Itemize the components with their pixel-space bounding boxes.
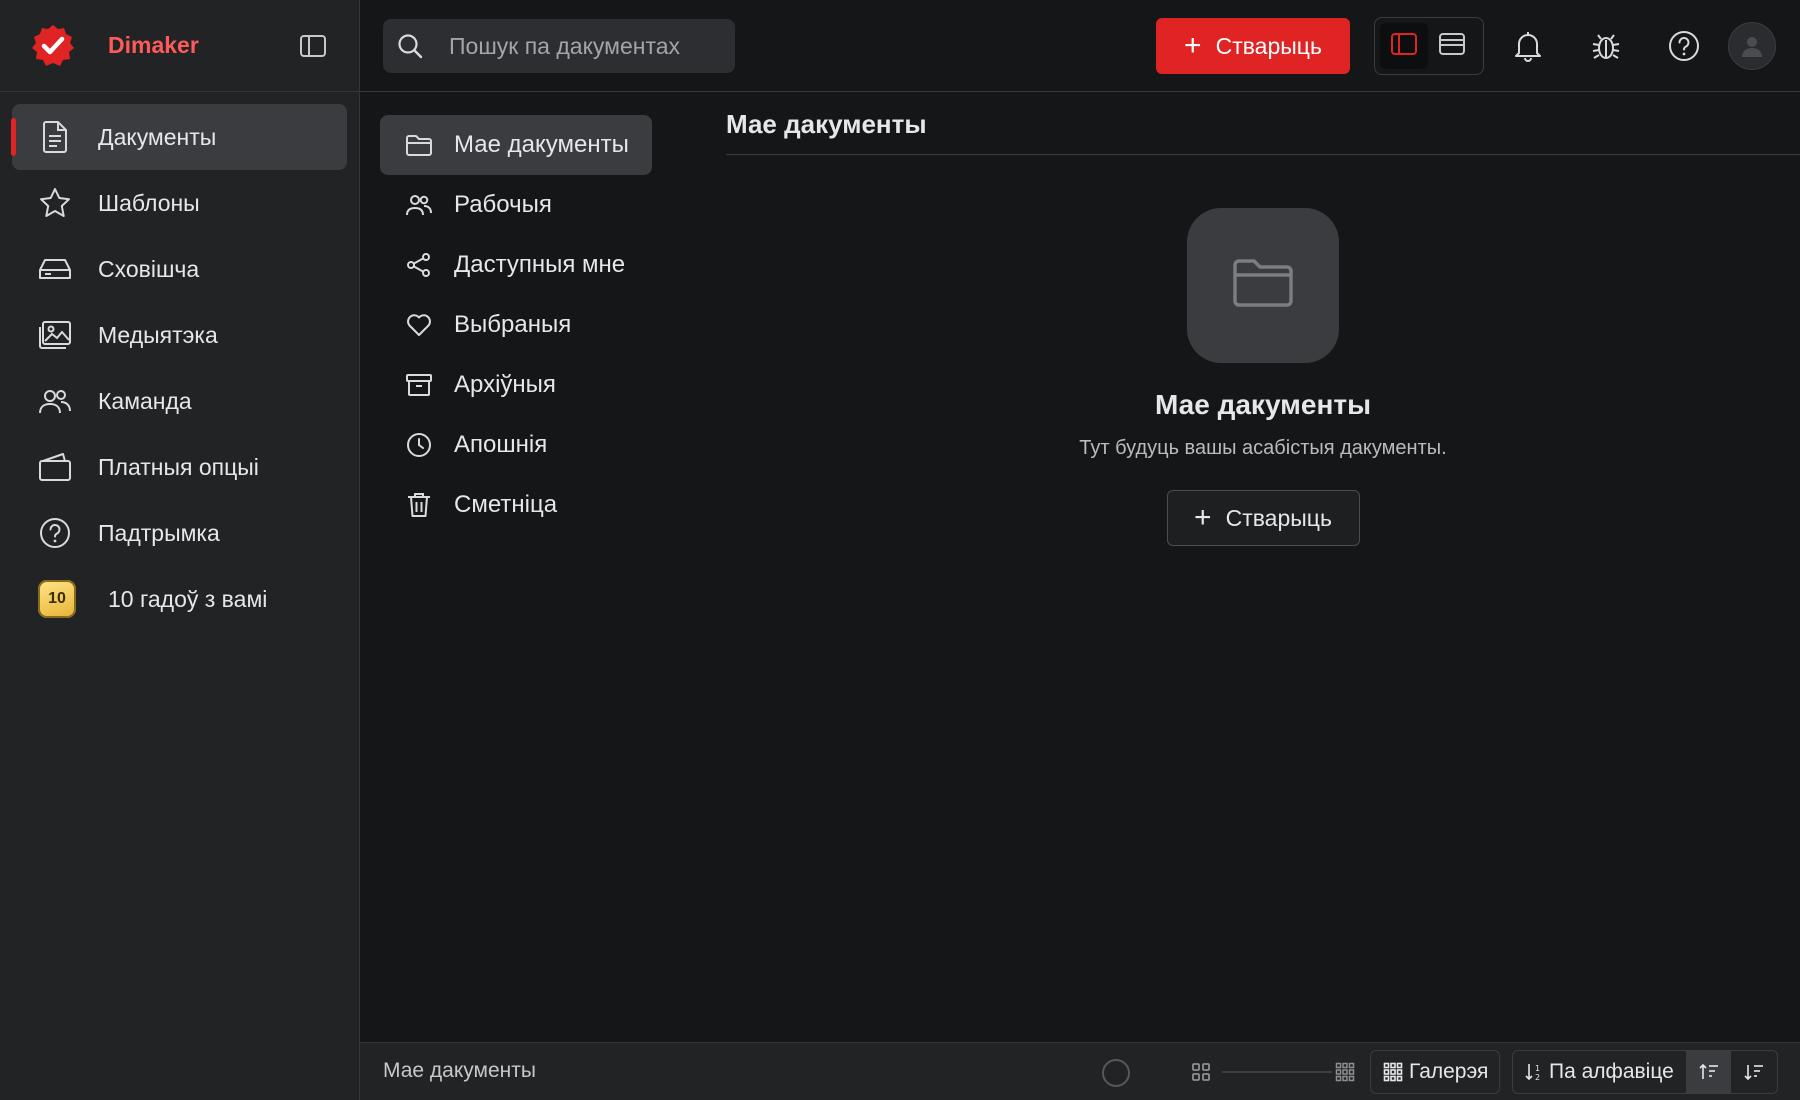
sort-controls: 12 Па алфавіце — [1512, 1050, 1778, 1094]
star-icon — [38, 186, 72, 220]
slider-thumb[interactable] — [1102, 1059, 1130, 1087]
heart-icon — [404, 310, 434, 340]
subnav-item-label: Даступныя мне — [454, 251, 626, 278]
subnav-item-trash[interactable]: Сметніца — [380, 475, 652, 535]
create-button[interactable]: + Стварыць — [1156, 18, 1350, 74]
sidebar-item-label: Каманда — [98, 387, 192, 414]
grid-small-icon[interactable] — [1188, 1059, 1214, 1085]
current-section-label: Мае дакументы — [383, 1059, 536, 1082]
sidebar-item-templates[interactable]: Шаблоны — [12, 170, 347, 236]
archive-icon — [404, 370, 434, 400]
app: Dimaker Дакументы Шаблоны Сховішча Медыя… — [0, 0, 1800, 1100]
create-button-label: Стварыць — [1215, 32, 1322, 59]
thumbnail-size-slider[interactable] — [1222, 1071, 1332, 1073]
document-icon — [38, 120, 72, 154]
sort-alpha-icon: 12 — [1525, 1062, 1543, 1082]
sidebar-item-documents[interactable]: Дакументы — [11, 104, 347, 170]
notification-bell-icon[interactable] — [1504, 22, 1552, 70]
gallery-view-label: Галерэя — [1409, 1060, 1489, 1083]
sort-descending-icon[interactable] — [1731, 1051, 1777, 1093]
sidebar: Dimaker Дакументы Шаблоны Сховішча Медыя… — [0, 0, 360, 1100]
subnav-item-label: Архіўныя — [454, 371, 556, 398]
plus-icon: + — [1194, 501, 1212, 534]
subnav-item-label: Выбраныя — [454, 311, 572, 338]
sidebar-item-label: Платныя опцыі — [98, 453, 259, 480]
page-title: Мае дакументы — [726, 92, 1800, 155]
sidebar-item-label: Шаблоны — [98, 189, 200, 216]
share-icon — [404, 250, 434, 280]
sidebar-item-media[interactable]: Медыятэка — [12, 302, 347, 368]
svg-text:1: 1 — [1535, 1064, 1540, 1073]
tabs-layout-icon — [1439, 32, 1465, 60]
subnav-item-favorites[interactable]: Выбраныя — [380, 295, 652, 355]
plus-icon: + — [1184, 29, 1202, 62]
subnav-item-my-documents[interactable]: Мае дакументы — [380, 115, 652, 175]
topbar: + Стварыць — [360, 0, 1800, 92]
layout-toggle — [1374, 17, 1484, 75]
sort-alphabet-label: Па алфавіце — [1549, 1060, 1674, 1083]
svg-text:2: 2 — [1535, 1073, 1540, 1082]
user-avatar-icon[interactable] — [1728, 22, 1776, 70]
sidebar-layout-icon — [1391, 32, 1417, 60]
empty-state-tile — [1187, 208, 1339, 363]
logo-icon[interactable] — [30, 23, 76, 69]
subnav-item-label: Мае дакументы — [454, 131, 629, 158]
sort-alphabet-button[interactable]: 12 Па алфавіце — [1513, 1051, 1686, 1093]
sidebar-header: Dimaker — [0, 0, 359, 92]
sidebar-item-support[interactable]: Падтрымка — [12, 500, 347, 566]
sidebar-item-label: Дакументы — [98, 123, 217, 150]
users-icon — [404, 190, 434, 220]
search-input[interactable] — [449, 32, 719, 60]
clock-icon — [404, 430, 434, 460]
image-gallery-icon — [38, 318, 72, 352]
empty-state-subtitle: Тут будуць вашы асабістыя дакументы. — [1079, 437, 1447, 459]
empty-state: Мае дакументы Тут будуць вашы асабістыя … — [726, 208, 1800, 546]
empty-state-title: Мае дакументы — [1155, 389, 1371, 420]
documents-subnav: Мае дакументы Рабочыя Даступныя мне Выбр… — [380, 115, 652, 535]
sidebar-nav: Дакументы Шаблоны Сховішча Медыятэка Кам… — [0, 92, 359, 644]
search-icon — [383, 19, 437, 73]
subnav-item-label: Рабочыя — [454, 191, 552, 218]
sort-ascending-icon[interactable] — [1685, 1051, 1732, 1093]
sidebar-item-paid-options[interactable]: Платныя опцыі — [12, 434, 347, 500]
sidebar-item-label: 10 гадоў з вамі — [108, 585, 268, 612]
subnav-item-recent[interactable]: Апошнія — [380, 415, 652, 475]
help-icon — [38, 516, 72, 550]
sidebar-item-label: Падтрымка — [98, 519, 220, 546]
subnav-item-shared[interactable]: Даступныя мне — [380, 235, 652, 295]
wallet-icon — [38, 450, 72, 484]
sidebar-item-anniversary[interactable]: 10 10 гадоў з вамі — [12, 566, 347, 632]
anniversary-badge: 10 — [38, 580, 76, 618]
subnav-item-label: Сметніца — [454, 491, 558, 518]
folder-icon — [1232, 257, 1294, 314]
folder-icon — [404, 130, 434, 160]
sidebar-item-team[interactable]: Каманда — [12, 368, 347, 434]
sidebar-item-label: Медыятэка — [98, 321, 218, 348]
gallery-view-button[interactable]: Галерэя — [1370, 1050, 1500, 1094]
empty-state-create-button[interactable]: + Стварыць — [1166, 490, 1360, 546]
search-box — [383, 19, 735, 73]
tabs-layout-button[interactable] — [1428, 23, 1476, 69]
gallery-grid-icon — [1383, 1062, 1403, 1082]
bug-report-icon[interactable] — [1582, 22, 1630, 70]
empty-state-create-label: Стварыць — [1225, 504, 1332, 531]
bottom-bar: Мае дакументы Галерэя 12 Па алфавіце — [360, 1042, 1800, 1100]
sidebar-toggle-icon[interactable] — [293, 26, 333, 66]
brand-name: Dimaker — [108, 32, 199, 58]
sidebar-item-label: Сховішча — [98, 255, 200, 282]
storage-drive-icon — [38, 252, 72, 286]
help-icon[interactable] — [1660, 22, 1708, 70]
grid-large-icon[interactable] — [1332, 1059, 1358, 1085]
sidebar-layout-button[interactable] — [1380, 23, 1428, 69]
trash-icon — [404, 490, 434, 520]
team-icon — [38, 384, 72, 418]
sidebar-item-storage[interactable]: Сховішча — [12, 236, 347, 302]
subnav-item-work[interactable]: Рабочыя — [380, 175, 652, 235]
subnav-item-archived[interactable]: Архіўныя — [380, 355, 652, 415]
main-content: Мае дакументы Мае дакументы Тут будуць в… — [726, 92, 1800, 1042]
subnav-item-label: Апошнія — [454, 431, 548, 458]
